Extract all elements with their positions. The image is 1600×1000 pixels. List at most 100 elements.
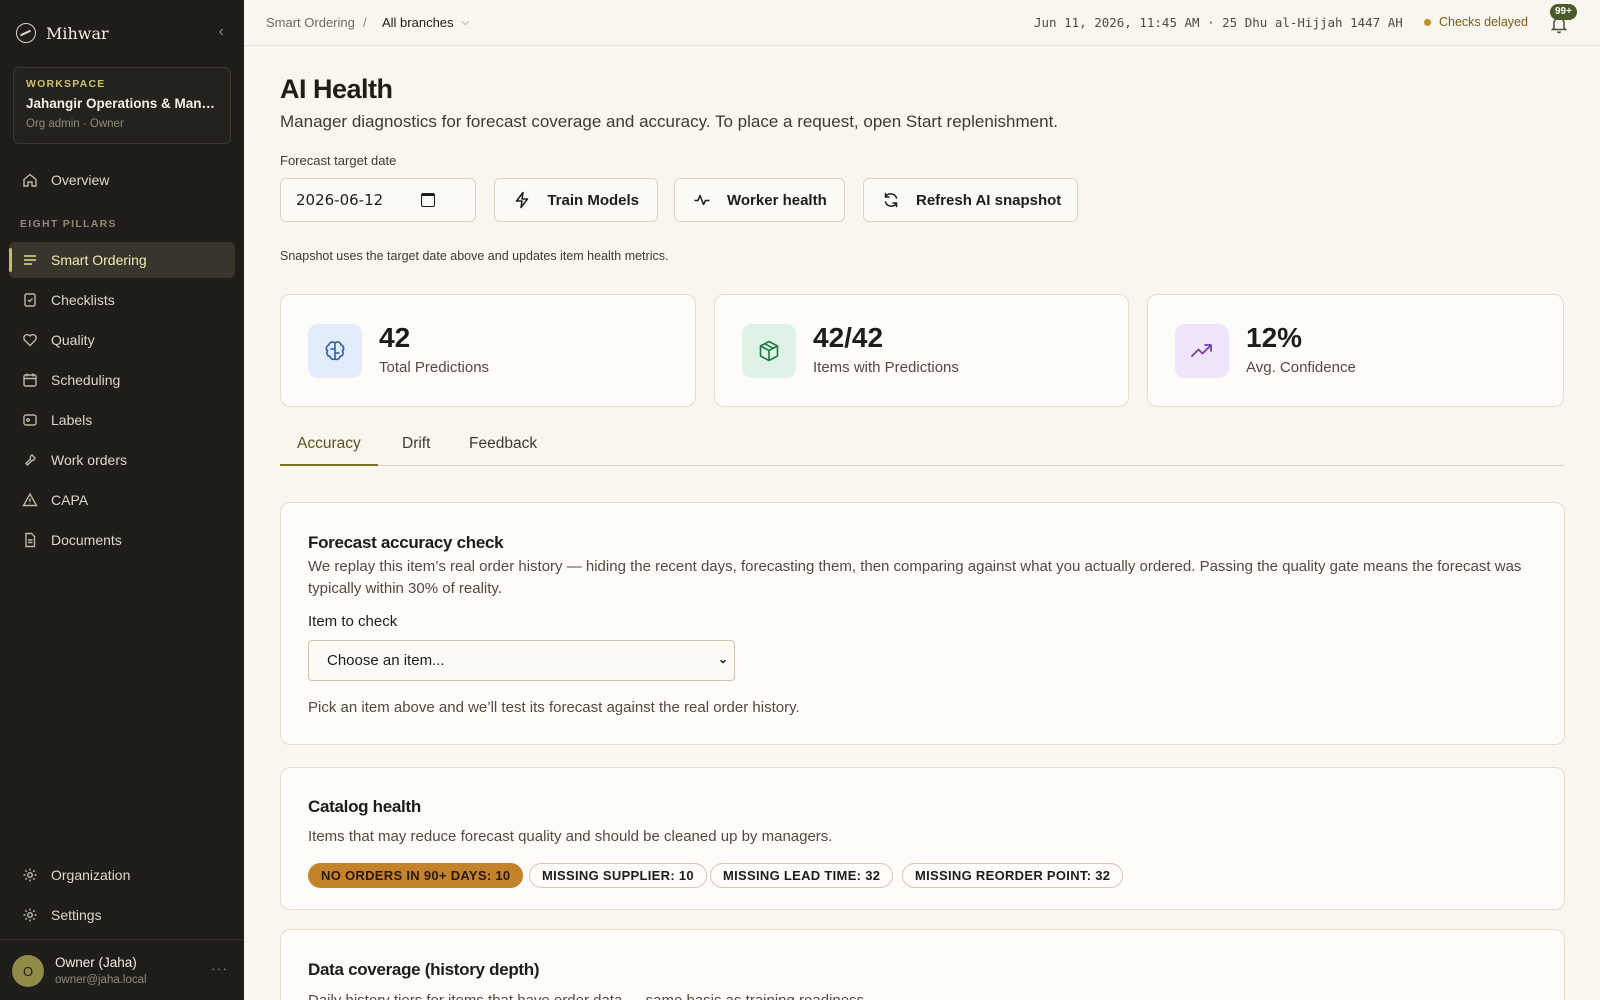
item-select-value: Choose an item... — [327, 652, 445, 669]
sidebar-item-scheduling[interactable]: Scheduling — [9, 362, 235, 398]
sidebar-item-label: Work orders — [51, 452, 127, 468]
brain-icon — [308, 324, 362, 378]
page-subtitle: Manager diagnostics for forecast coverag… — [280, 112, 1059, 131]
status-indicator: Checks delayed — [1424, 15, 1528, 29]
warning-triangle-icon — [22, 492, 38, 508]
stat-value: 12% — [1246, 322, 1303, 353]
card-description: Daily history tiers for items that have … — [308, 990, 868, 1000]
status-badge[interactable]: MISSING LEAD TIME: 32 — [710, 863, 894, 888]
sidebar-item-label: Settings — [51, 907, 102, 923]
tab-accuracy[interactable]: Accuracy — [280, 432, 378, 466]
data-coverage-card: Data coverage (history depth) Daily hist… — [280, 929, 1565, 1000]
workspace-role: Org admin · Owner — [26, 118, 124, 130]
sidebar-item-settings[interactable]: Settings — [9, 897, 235, 933]
gear-icon — [22, 867, 38, 883]
stat-label: Items with Predictions — [813, 359, 959, 376]
tab-bar: Accuracy Drift Feedback — [280, 432, 1564, 466]
item-to-check-label: Item to check — [308, 613, 398, 630]
calendar-icon[interactable] — [421, 193, 435, 207]
card-description: We replay this item’s real order history… — [308, 558, 1522, 597]
refresh-snapshot-button[interactable]: Refresh AI snapshot — [863, 178, 1078, 222]
notification-badge: 99+ — [1550, 4, 1577, 20]
refresh-snapshot-label: Refresh AI snapshot — [916, 191, 1062, 209]
workspace-kicker: WORKSPACE — [26, 78, 106, 90]
sidebar-item-documents[interactable]: Documents — [9, 522, 235, 558]
list-icon — [22, 252, 38, 268]
forecast-accuracy-card: Forecast accuracy check We replay this i… — [280, 502, 1565, 745]
brand[interactable]: Mihwar — [16, 20, 109, 46]
branch-label: All branches — [382, 15, 454, 30]
sidebar-item-label: CAPA — [51, 492, 89, 508]
status-badge[interactable]: MISSING SUPPLIER: 10 — [529, 863, 707, 888]
sidebar-item-label: Organization — [51, 867, 131, 883]
stat-label: Avg. Confidence — [1246, 359, 1356, 376]
sidebar-item-quality[interactable]: Quality — [9, 322, 235, 358]
stat-card-avg-confidence: 12% Avg. Confidence — [1147, 294, 1564, 407]
breadcrumb-separator: / — [363, 15, 367, 30]
status-text: Checks delayed — [1439, 15, 1528, 29]
workspace-switcher[interactable]: WORKSPACE Jahangir Operations & Manag...… — [13, 67, 231, 144]
sidebar-item-labels[interactable]: Labels — [9, 402, 235, 438]
wrench-icon — [22, 452, 38, 468]
calendar-icon — [22, 372, 38, 388]
activity-icon — [693, 190, 711, 210]
stat-card-items-with-predictions: 42/42 Items with Predictions — [714, 294, 1129, 407]
sidebar-item-label: Overview — [51, 172, 110, 188]
clipboard-check-icon — [22, 292, 38, 308]
collapse-sidebar-icon[interactable]: ‹ — [219, 24, 224, 40]
sidebar-item-overview[interactable]: Overview — [9, 162, 235, 198]
status-badge[interactable]: NO ORDERS IN 90+ DAYS: 10 — [308, 863, 524, 888]
sidebar-item-smart-ordering[interactable]: Smart Ordering — [9, 242, 235, 278]
sidebar-item-label: Quality — [51, 332, 95, 348]
tab-feedback[interactable]: Feedback — [452, 432, 554, 466]
train-models-button[interactable]: Train Models — [494, 178, 658, 222]
logo-icon — [16, 23, 36, 43]
sidebar-item-work-orders[interactable]: Work orders — [9, 442, 235, 478]
worker-health-button[interactable]: Worker health — [674, 178, 845, 222]
sidebar-item-label: Scheduling — [51, 372, 121, 388]
tab-drift[interactable]: Drift — [385, 432, 447, 466]
heart-icon — [22, 332, 38, 348]
sidebar-item-capa[interactable]: CAPA — [9, 482, 235, 518]
topbar: Smart Ordering / All branches ⌵ Jun 11, … — [244, 0, 1600, 46]
sidebar: Mihwar ‹ WORKSPACE Jahangir Operations &… — [0, 0, 244, 1000]
card-title: Forecast accuracy check — [308, 533, 504, 552]
card-description: Items that may reduce forecast quality a… — [308, 828, 833, 845]
chevron-down-icon: ⌄ — [717, 652, 728, 666]
more-icon[interactable]: ··· — [211, 960, 228, 976]
card-title: Data coverage (history depth) — [308, 960, 540, 979]
status-dot — [1424, 18, 1431, 26]
target-date-value: 2026-06-12 — [296, 191, 384, 209]
sidebar-item-label: Smart Ordering — [51, 252, 147, 268]
stat-label: Total Predictions — [379, 359, 490, 376]
sidebar-item-label: Documents — [51, 532, 122, 548]
status-badge[interactable]: MISSING REORDER POINT: 32 — [902, 863, 1124, 888]
clock: Jun 11, 2026, 11:45 AM · 25 Dhu al-Hijja… — [1034, 15, 1403, 30]
card-title: Catalog health — [308, 797, 421, 816]
page-title: AI Health — [280, 74, 393, 104]
item-select[interactable]: Choose an item... ⌄ — [308, 640, 735, 681]
section-label: EIGHT PILLARS — [20, 218, 117, 230]
chevron-down-icon: ⌵ — [461, 17, 470, 28]
sidebar-item-label: Checklists — [51, 292, 115, 308]
app-name: Mihwar — [46, 23, 109, 43]
breadcrumb-root[interactable]: Smart Ordering — [266, 15, 355, 30]
gear-icon — [22, 907, 38, 923]
branch-selector[interactable]: All branches ⌵ — [382, 15, 469, 30]
lightning-icon — [513, 190, 531, 210]
sidebar-item-checklists[interactable]: Checklists — [9, 282, 235, 318]
sidebar-item-organization[interactable]: Organization — [9, 857, 235, 893]
target-date-input[interactable]: 2026-06-12 — [280, 178, 476, 222]
catalog-health-card: Catalog health Items that may reduce for… — [280, 767, 1565, 910]
target-date-label: Forecast target date — [280, 153, 397, 168]
snapshot-note: Snapshot uses the target date above and … — [280, 249, 669, 263]
train-models-label: Train Models — [547, 191, 639, 209]
main-content: AI Health Manager diagnostics for foreca… — [280, 46, 1565, 1000]
stat-value: 42 — [379, 322, 411, 353]
stat-value: 42/42 — [813, 322, 884, 353]
home-icon — [22, 172, 38, 188]
package-icon — [742, 324, 796, 378]
avatar: O — [12, 955, 44, 987]
user-menu[interactable]: O Owner (Jaha) owner@jaha.local ··· — [0, 939, 244, 1000]
stat-card-total-predictions: 42 Total Predictions — [280, 294, 696, 407]
